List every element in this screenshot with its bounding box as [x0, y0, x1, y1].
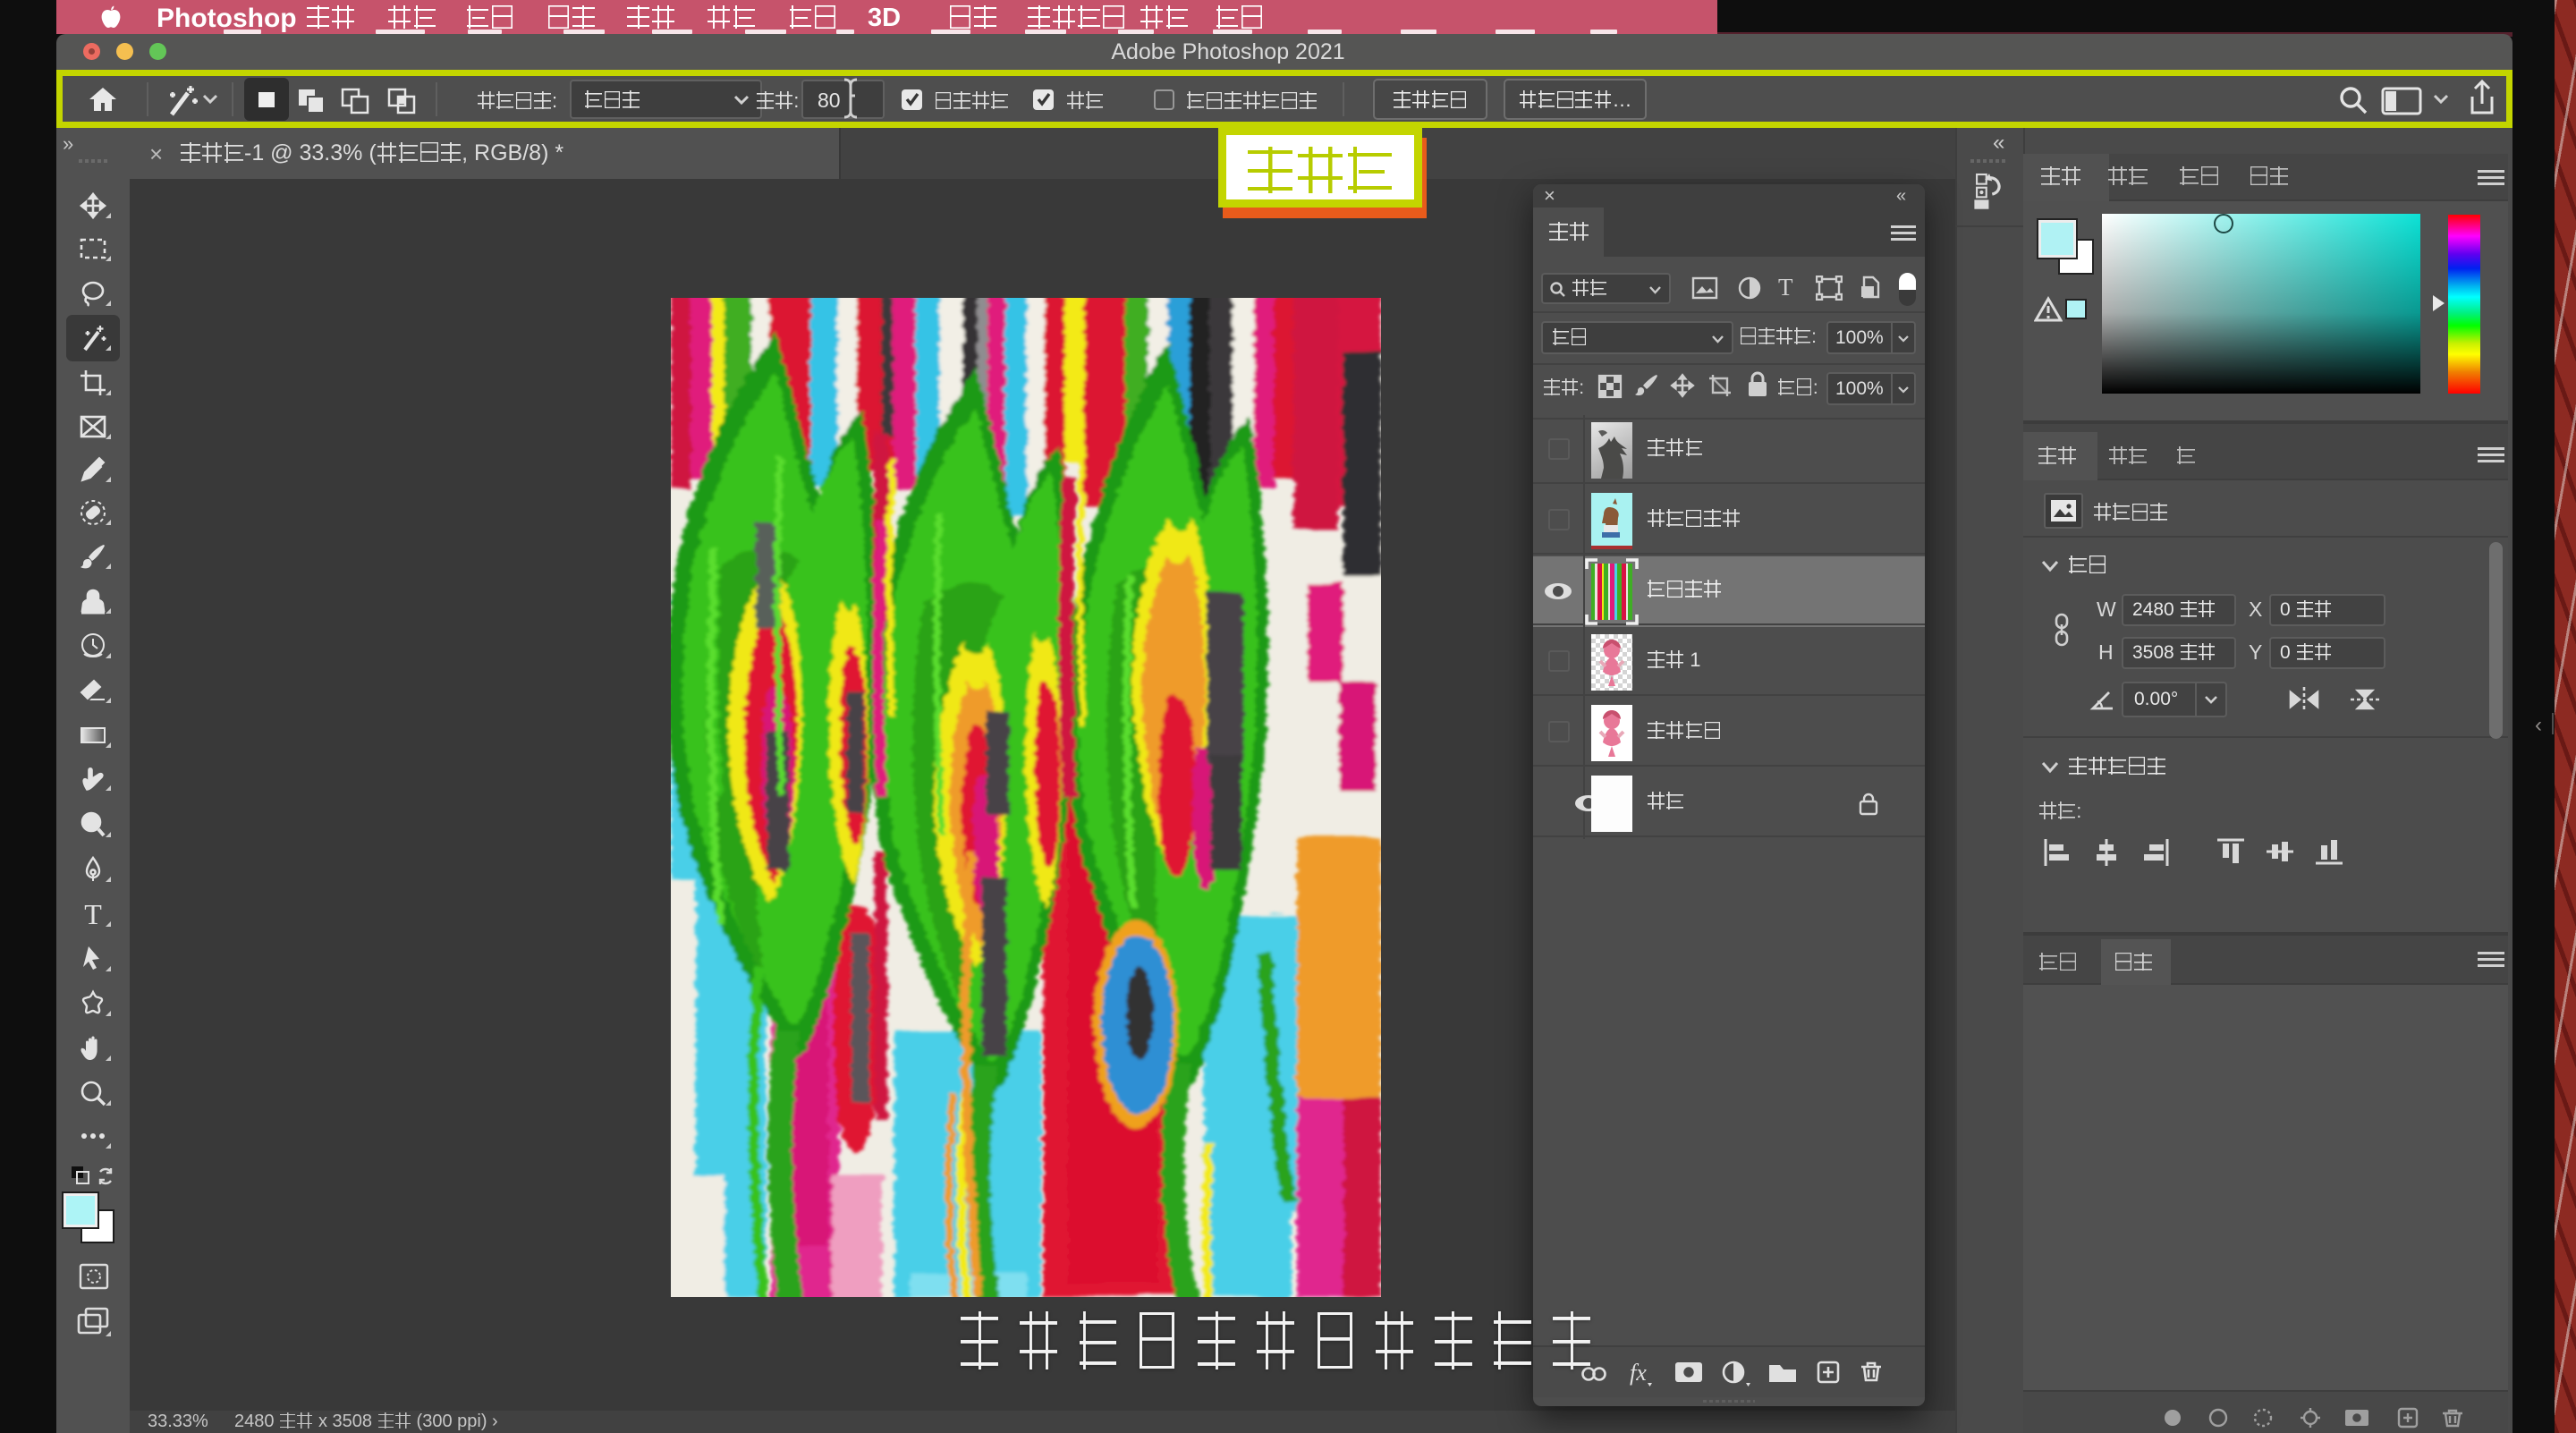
svg-text:T: T [84, 900, 102, 928]
svg-text:fx: fx [1630, 1360, 1647, 1386]
